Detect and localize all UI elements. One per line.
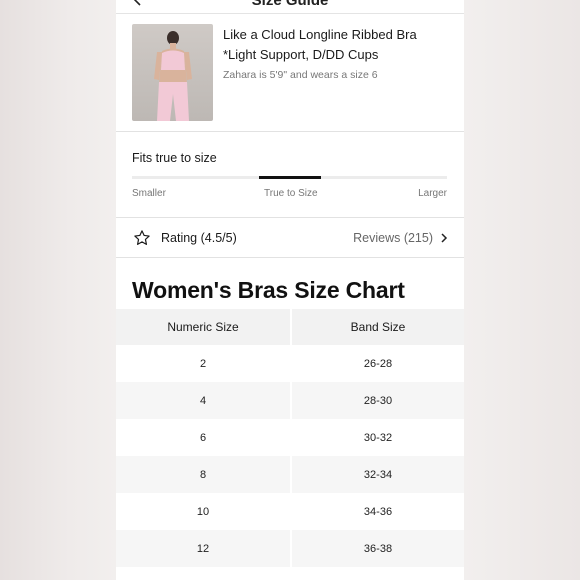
product-image bbox=[132, 24, 213, 121]
fit-label-smaller: Smaller bbox=[132, 188, 166, 199]
divider bbox=[116, 257, 464, 258]
background-left bbox=[0, 0, 116, 580]
numeric-size-cell: 10 bbox=[196, 505, 210, 518]
numeric-size-cell: 12 bbox=[196, 542, 210, 555]
numeric-size-cell: 4 bbox=[199, 394, 207, 407]
product-name: Like a Cloud Longline Ribbed Bra *Light … bbox=[223, 27, 417, 62]
fit-label-true-to-size: True to Size bbox=[264, 188, 318, 199]
fit-indicator bbox=[259, 176, 321, 179]
star-icon bbox=[134, 230, 150, 245]
header: Size Guide bbox=[116, 0, 464, 14]
table-row: 10 34-36 bbox=[116, 493, 464, 530]
reviews-link[interactable]: Reviews (215) bbox=[353, 231, 433, 245]
fit-label-larger: Larger bbox=[418, 188, 447, 199]
table-row: 2 26-28 bbox=[116, 345, 464, 382]
fit-title: Fits true to size bbox=[132, 151, 217, 165]
chevron-right-icon[interactable] bbox=[440, 233, 448, 243]
model-info: Zahara is 5'9" and wears a size 6 bbox=[223, 69, 378, 81]
numeric-size-cell: 6 bbox=[199, 431, 207, 444]
table-row: 4 28-30 bbox=[116, 382, 464, 419]
column-header-numeric-size: Numeric Size bbox=[167, 320, 239, 334]
size-chart-table: Numeric Size Band Size 2 26-28 4 28-30 6 30-3… bbox=[116, 309, 464, 567]
band-size-cell: 32-34 bbox=[290, 456, 464, 493]
fit-scale bbox=[132, 176, 447, 179]
divider bbox=[116, 131, 464, 132]
table-row: 12 36-38 bbox=[116, 530, 464, 567]
band-size-cell: 30-32 bbox=[290, 419, 464, 456]
size-chart-title: Women's Bras Size Chart bbox=[132, 277, 405, 303]
band-size-cell: 34-36 bbox=[290, 493, 464, 530]
band-size-cell: 26-28 bbox=[290, 345, 464, 382]
table-header-row: Numeric Size Band Size bbox=[116, 309, 464, 345]
column-header-band-size: Band Size bbox=[290, 309, 464, 345]
divider bbox=[116, 217, 464, 218]
numeric-size-cell: 8 bbox=[199, 468, 207, 481]
band-size-cell: 36-38 bbox=[290, 530, 464, 567]
page-title: Size Guide bbox=[251, 0, 329, 9]
background-right bbox=[464, 0, 580, 580]
numeric-size-cell: 2 bbox=[199, 357, 207, 370]
size-guide-screen: Size Guide Like a Cloud Longline Ribbed … bbox=[116, 0, 464, 580]
table-row: 6 30-32 bbox=[116, 419, 464, 456]
band-size-cell: 28-30 bbox=[290, 382, 464, 419]
rating-label: Rating (4.5/5) bbox=[161, 231, 237, 245]
table-row: 8 32-34 bbox=[116, 456, 464, 493]
